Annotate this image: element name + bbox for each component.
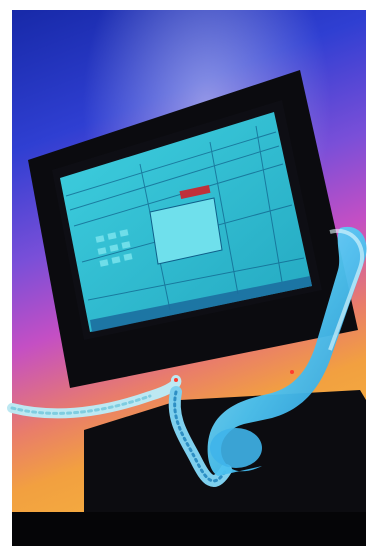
dark-floor bbox=[12, 512, 366, 546]
photo-frame bbox=[0, 0, 376, 554]
monitor-telephone-photo bbox=[0, 0, 376, 554]
